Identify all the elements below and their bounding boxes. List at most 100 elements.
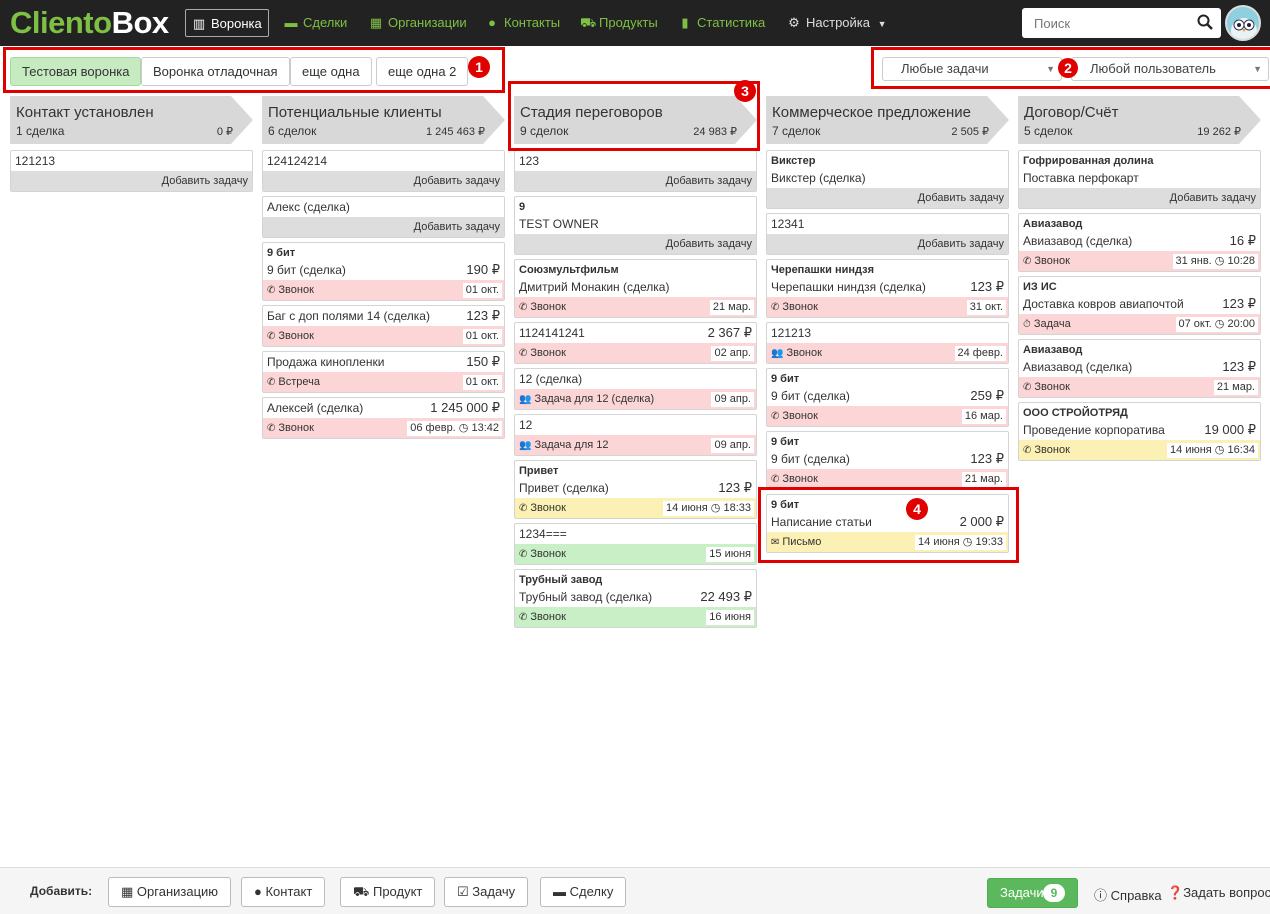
deal-card[interactable]: Алексей (сделка) 1 245 000 ₽ ✆ Звонок 06 фев… bbox=[262, 397, 505, 439]
deal-name[interactable]: Викстер (сделка) bbox=[771, 171, 866, 185]
deal-card[interactable]: 121213 👥 Звонок 24 февр. bbox=[766, 322, 1009, 364]
deal-name[interactable]: 121213 bbox=[771, 326, 811, 340]
deal-card[interactable]: ИЗ ИС Доставка ковров авиапочтой 123 ₽ ⏱ Зад… bbox=[1018, 276, 1261, 335]
logo[interactable]: ClientoBox bbox=[10, 5, 169, 41]
deal-card[interactable]: Привет Привет (сделка) 123 ₽ ✆ Звонок 14 июня… bbox=[514, 460, 757, 519]
deal-name[interactable]: Алекс (сделка) bbox=[267, 200, 350, 214]
deal-card[interactable]: ООО СТРОЙОТРЯД Проведение корпоратива 19 0… bbox=[1018, 402, 1261, 461]
add-task-link[interactable]: Добавить задачу bbox=[263, 171, 504, 191]
deal-card[interactable]: 12341 Добавить задачу bbox=[766, 213, 1009, 255]
task-row[interactable]: ✆ Звонок 16 июня bbox=[515, 607, 756, 627]
add-product-button[interactable]: ⛟ Продукт bbox=[340, 877, 436, 907]
deal-organization[interactable]: ООО СТРОЙОТРЯД bbox=[1019, 403, 1260, 420]
task-row[interactable]: 👥 Звонок 24 февр. bbox=[767, 343, 1008, 363]
add-task-link[interactable]: Добавить задачу bbox=[1019, 188, 1260, 208]
add-task-link[interactable]: Добавить задачу bbox=[767, 234, 1008, 254]
help-link[interactable]: ⓘ Справка bbox=[1094, 885, 1162, 904]
add-task-button[interactable]: ☑ Задачу bbox=[444, 877, 529, 907]
deal-card[interactable]: Авиазавод Авиазавод (сделка) 16 ₽ ✆ Звонок 31… bbox=[1018, 213, 1261, 272]
deal-name[interactable]: Алексей (сделка) bbox=[267, 401, 363, 415]
add-organization-button[interactable]: ▦ Организацию bbox=[108, 877, 232, 907]
add-deal-button[interactable]: ▬ Сделку bbox=[540, 877, 627, 907]
add-task-link[interactable]: Добавить задачу bbox=[515, 171, 756, 191]
deal-card[interactable]: 123 Добавить задачу bbox=[514, 150, 757, 192]
deal-name[interactable]: Поставка перфокарт bbox=[1023, 171, 1139, 185]
deal-card[interactable]: Викстер Викстер (сделка) Добавить задачу bbox=[766, 150, 1009, 209]
deal-name[interactable]: Авиазавод (сделка) bbox=[1023, 234, 1132, 248]
deal-name[interactable]: Баг с доп полями 14 (сделка) bbox=[267, 309, 430, 323]
deal-card[interactable]: Трубный завод Трубный завод (сделка) 22 49… bbox=[514, 569, 757, 628]
deal-card[interactable]: 9 бит 9 бит (сделка) 190 ₽ ✆ Звонок 01 окт. bbox=[262, 242, 505, 301]
task-row[interactable]: ✆ Звонок 02 апр. bbox=[515, 343, 756, 363]
deal-card[interactable]: Алекс (сделка) Добавить задачу bbox=[262, 196, 505, 238]
stage-header[interactable]: Коммерческое предложение 7 сделок 2 505 ₽ bbox=[766, 96, 1009, 144]
deal-card[interactable]: 124124214 Добавить задачу bbox=[262, 150, 505, 192]
deal-card[interactable]: 121213 Добавить задачу bbox=[10, 150, 253, 192]
deal-organization[interactable]: Авиазавод bbox=[1019, 340, 1260, 357]
deal-card[interactable]: 1124141241 2 367 ₽ ✆ Звонок 02 апр. bbox=[514, 322, 757, 364]
task-row[interactable]: ✆ Звонок 14 июня ◷ 16:34 bbox=[1019, 440, 1260, 460]
deal-card[interactable]: 9 TEST OWNER Добавить задачу bbox=[514, 196, 757, 255]
add-task-link[interactable]: Добавить задачу bbox=[767, 188, 1008, 208]
stage-header[interactable]: Контакт установлен 1 сделка 0 ₽ bbox=[10, 96, 253, 144]
deal-organization[interactable]: Гофрированная долина bbox=[1019, 151, 1260, 168]
deal-card[interactable]: Гофрированная долина Поставка перфокарт До… bbox=[1018, 150, 1261, 209]
deal-organization[interactable]: 9 bbox=[515, 197, 756, 214]
deal-name[interactable]: 1234=== bbox=[519, 527, 567, 541]
nav-statistics[interactable]: ▮ Статистика bbox=[678, 9, 765, 37]
task-row[interactable]: ✆ Звонок 15 июня bbox=[515, 544, 756, 564]
add-contact-button[interactable]: ● Контакт bbox=[241, 877, 326, 907]
deal-card[interactable]: 12 👥 Задача для 12 09 апр. bbox=[514, 414, 757, 456]
deal-organization[interactable]: Черепашки ниндзя bbox=[767, 260, 1008, 277]
task-row[interactable]: ⏱ Задача 07 окт. ◷ 20:00 bbox=[1019, 314, 1260, 334]
search-input[interactable] bbox=[1022, 8, 1187, 38]
deal-organization[interactable]: 9 бит bbox=[767, 432, 1008, 449]
deal-organization[interactable]: 9 бит bbox=[767, 369, 1008, 386]
stage-header[interactable]: Договор/Счёт 5 сделок 19 262 ₽ bbox=[1018, 96, 1261, 144]
nav-organizations[interactable]: ▦ Организации bbox=[369, 9, 467, 37]
deal-name[interactable]: 124124214 bbox=[267, 154, 327, 168]
add-task-link[interactable]: Добавить задачу bbox=[515, 234, 756, 254]
deal-name[interactable]: Дмитрий Монакин (сделка) bbox=[519, 280, 669, 294]
deal-name[interactable]: 12 (сделка) bbox=[519, 372, 582, 386]
task-row[interactable]: 👥 Задача для 12 09 апр. bbox=[515, 435, 756, 455]
deal-name[interactable]: 1124141241 bbox=[519, 326, 585, 340]
deal-name[interactable]: Черепашки ниндзя (сделка) bbox=[771, 280, 926, 294]
task-row[interactable]: ✆ Встреча 01 окт. bbox=[263, 372, 504, 392]
task-row[interactable]: ✆ Звонок 16 мар. bbox=[767, 406, 1008, 426]
nav-products[interactable]: ⛟ Продукты bbox=[580, 9, 658, 37]
add-task-link[interactable]: Добавить задачу bbox=[11, 171, 252, 191]
deal-organization[interactable]: Викстер bbox=[767, 151, 1008, 168]
deal-card[interactable]: 12 (сделка) 👥 Задача для 12 (сделка) 09 апр… bbox=[514, 368, 757, 410]
task-row[interactable]: ✆ Звонок 21 мар. bbox=[515, 297, 756, 317]
task-row[interactable]: ✆ Звонок 31 янв. ◷ 10:28 bbox=[1019, 251, 1260, 271]
deal-card[interactable]: Продажа кинопленки 150 ₽ ✆ Встреча 01 окт. bbox=[262, 351, 505, 393]
deal-card[interactable]: Баг с доп полями 14 (сделка) 123 ₽ ✆ Звонок… bbox=[262, 305, 505, 347]
deal-organization[interactable]: 9 бит bbox=[263, 243, 504, 260]
deal-name[interactable]: 121213 bbox=[15, 154, 55, 168]
deal-name[interactable]: 9 бит (сделка) bbox=[771, 452, 850, 466]
deal-organization[interactable]: Трубный завод bbox=[515, 570, 756, 587]
task-row[interactable]: ✆ Звонок 31 окт. bbox=[767, 297, 1008, 317]
deal-name[interactable]: 9 бит (сделка) bbox=[267, 263, 346, 277]
deal-card[interactable]: Союзмультфильм Дмитрий Монакин (сделка) ✆ З… bbox=[514, 259, 757, 318]
stage-header[interactable]: Потенциальные клиенты 6 сделок 1 245 463 ₽ bbox=[262, 96, 505, 144]
add-task-link[interactable]: Добавить задачу bbox=[263, 217, 504, 237]
deal-name[interactable]: Трубный завод (сделка) bbox=[519, 590, 652, 604]
deal-name[interactable]: 12 bbox=[519, 418, 532, 432]
task-row[interactable]: ✆ Звонок 01 окт. bbox=[263, 326, 504, 346]
deal-card[interactable]: Черепашки ниндзя Черепашки ниндзя (сделка… bbox=[766, 259, 1009, 318]
deal-name[interactable]: 123 bbox=[519, 154, 539, 168]
task-row[interactable]: ✆ Звонок 21 мар. bbox=[767, 469, 1008, 489]
task-row[interactable]: ✆ Звонок 06 февр. ◷ 13:42 bbox=[263, 418, 504, 438]
deal-name[interactable]: 9 бит (сделка) bbox=[771, 389, 850, 403]
search-icon[interactable] bbox=[1197, 14, 1213, 30]
task-row[interactable]: ✆ Звонок 21 мар. bbox=[1019, 377, 1260, 397]
nav-settings[interactable]: ⚙ Настройка ▼ bbox=[787, 9, 886, 37]
nav-funnel[interactable]: ▥ Воронка bbox=[185, 9, 269, 37]
task-row[interactable]: ✆ Звонок 01 окт. bbox=[263, 280, 504, 300]
task-row[interactable]: 👥 Задача для 12 (сделка) 09 апр. bbox=[515, 389, 756, 409]
deal-organization[interactable]: Авиазавод bbox=[1019, 214, 1260, 231]
deal-card[interactable]: Авиазавод Авиазавод (сделка) 123 ₽ ✆ Звонок 2… bbox=[1018, 339, 1261, 398]
deal-organization[interactable]: Привет bbox=[515, 461, 756, 478]
